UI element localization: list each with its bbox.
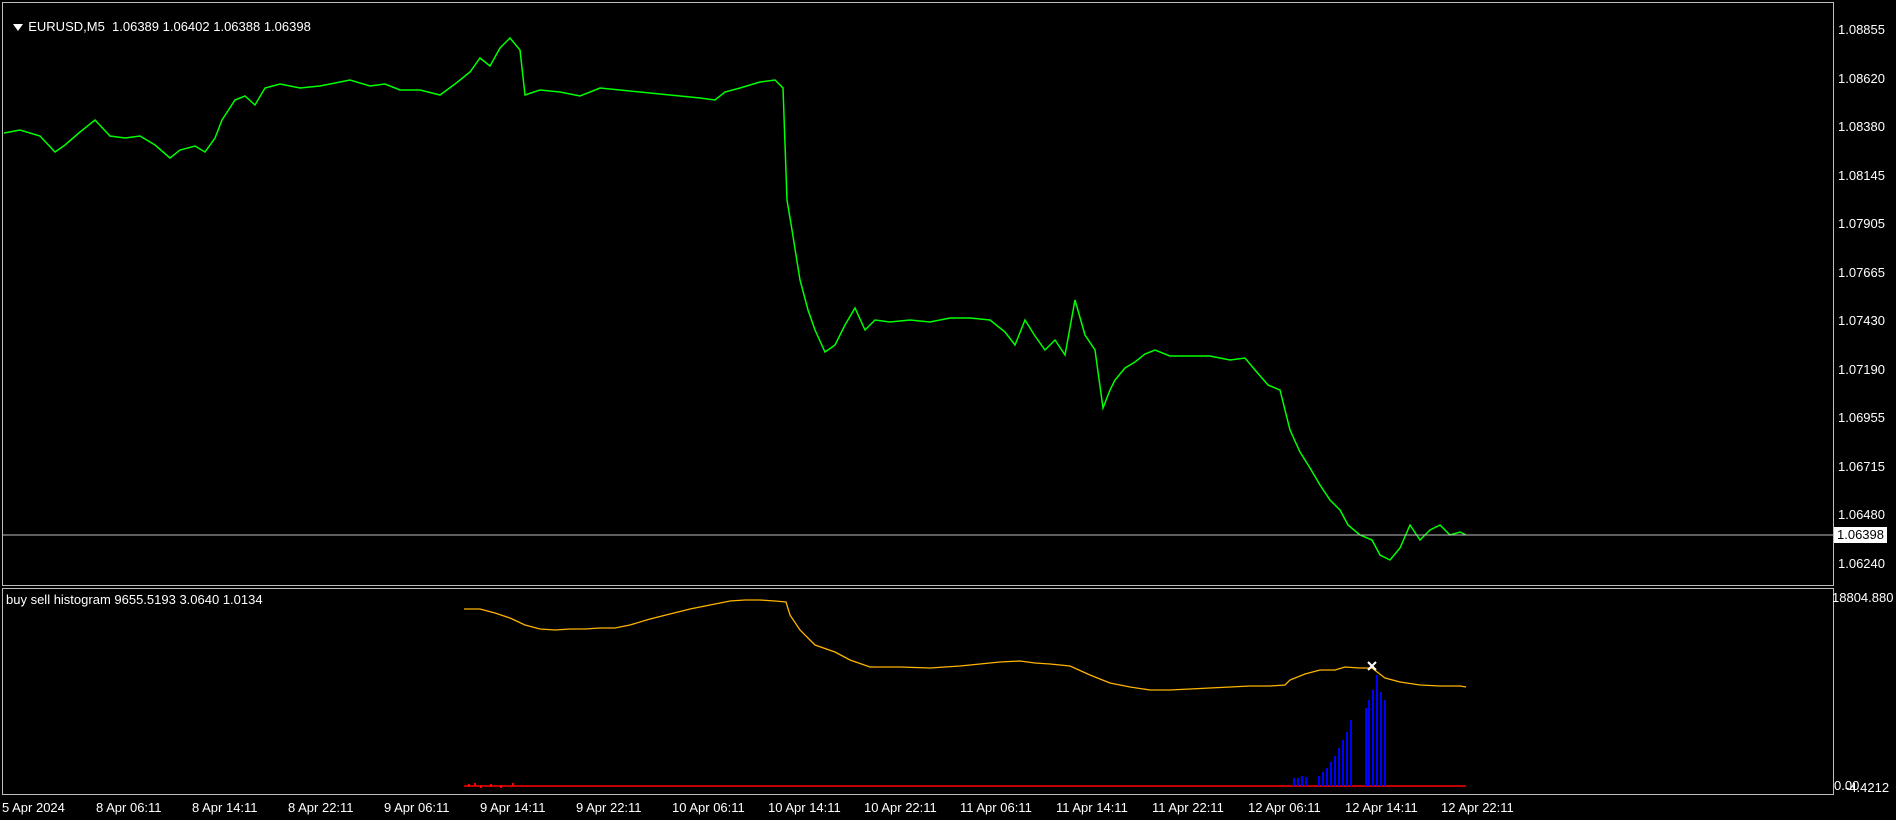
time-tick-label: 8 Apr 14:11 — [192, 800, 258, 815]
histogram-sell-bar — [474, 783, 476, 786]
price-tick-label: 1.08620 — [1838, 70, 1885, 86]
histogram-bar — [1342, 740, 1344, 786]
histogram-bar — [1384, 700, 1386, 786]
histogram-bar — [1380, 692, 1382, 786]
time-tick-label: 8 Apr 22:11 — [288, 800, 354, 815]
price-tick-label: 1.08855 — [1838, 22, 1885, 37]
price-tick-label: 1.06480 — [1838, 507, 1885, 522]
time-tick-label: 5 Apr 2024 — [2, 800, 65, 815]
price-tick-label: 1.07665 — [1838, 264, 1885, 280]
time-tick-label: 12 Apr 14:11 — [1345, 800, 1418, 815]
time-tick-label: 11 Apr 06:11 — [960, 800, 1032, 815]
histogram-bar — [1365, 708, 1367, 786]
histogram-bar — [1297, 778, 1299, 786]
histogram-sell-bar — [512, 783, 514, 786]
indicator-min-label: -4.4212 — [1845, 780, 1890, 795]
time-tick-label: 12 Apr 22:11 — [1441, 800, 1514, 815]
histogram-bar — [1346, 732, 1348, 786]
time-tick-label: 10 Apr 22:11 — [864, 800, 937, 815]
histogram-bar — [1301, 776, 1303, 786]
time-tick-label: 10 Apr 06:11 — [672, 800, 745, 815]
histogram-bar — [1372, 690, 1374, 786]
time-tick-label: 10 Apr 14:11 — [768, 800, 841, 815]
price-tick-label: 1.07905 — [1838, 216, 1885, 231]
histogram-sell-bar — [468, 784, 470, 787]
histogram-bar — [1322, 772, 1324, 786]
histogram-sell-bar — [500, 785, 502, 788]
histogram-bar — [1318, 776, 1320, 786]
time-tick-label: 8 Apr 06:11 — [96, 800, 162, 815]
histogram-bar — [1330, 762, 1332, 786]
time-tick-label: 9 Apr 06:11 — [384, 800, 450, 815]
time-tick-label: 11 Apr 14:11 — [1056, 800, 1128, 815]
time-tick-label: 12 Apr 06:11 — [1248, 800, 1321, 815]
histogram-bar — [1376, 675, 1378, 786]
price-tick-label: 1.07190 — [1838, 361, 1885, 377]
price-series-line — [3, 36, 1467, 561]
price-tick-label: 1.06240 — [1838, 555, 1885, 571]
current-price-label: 1.06398 — [1834, 527, 1887, 543]
histogram-sell-bar — [490, 784, 492, 787]
time-tick-label: 9 Apr 14:11 — [480, 800, 546, 815]
histogram-bar — [1368, 700, 1370, 786]
histogram-bar — [1305, 777, 1307, 786]
price-tick-label: 1.07430 — [1838, 313, 1885, 328]
histogram-bar — [1350, 720, 1352, 786]
price-tick-label: 1.06955 — [1838, 410, 1885, 425]
histogram-bar — [1326, 768, 1328, 786]
histogram-bar — [1338, 748, 1340, 786]
indicator-top-label: 18804.880 — [1832, 590, 1894, 605]
indicator-series-line — [464, 599, 1467, 691]
time-tick-label: 11 Apr 22:11 — [1152, 800, 1224, 815]
price-tick-label: 1.08380 — [1838, 119, 1885, 134]
price-tick-label: 1.06715 — [1838, 458, 1885, 474]
price-tick-label: 1.08145 — [1838, 167, 1885, 183]
chart-canvas — [2, 36, 1834, 788]
time-tick-label: 9 Apr 22:11 — [576, 800, 642, 815]
histogram-sell-bar — [480, 785, 482, 788]
histogram-bar — [1334, 756, 1336, 786]
histogram-bar — [1293, 778, 1295, 786]
